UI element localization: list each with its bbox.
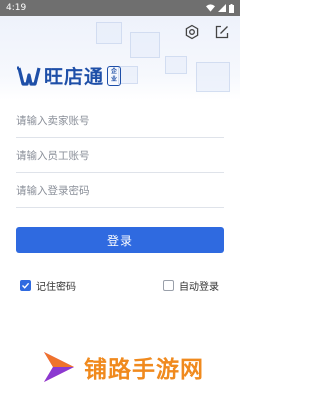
auto-login-option[interactable]: 自动登录 — [163, 278, 219, 293]
edit-icon[interactable] — [214, 24, 230, 40]
remember-password-label: 记住密码 — [36, 282, 76, 293]
wifi-icon — [206, 4, 215, 12]
decorative-cube — [130, 32, 160, 58]
app-logo: 旺店通 企业 — [16, 62, 122, 89]
watermark-text: 铺路手游网 — [84, 357, 204, 383]
decorative-cube — [96, 22, 122, 44]
login-button[interactable]: 登录 — [16, 227, 224, 253]
password-field — [16, 174, 224, 208]
remember-password-option[interactable]: 记住密码 — [20, 278, 76, 293]
top-actions — [184, 24, 230, 40]
status-bar: 4:19 — [0, 0, 240, 16]
employee-account-input[interactable] — [16, 149, 224, 162]
seller-account-field — [16, 104, 224, 138]
logo-mark-icon — [17, 66, 41, 86]
auto-login-label: 自动登录 — [179, 282, 219, 293]
decorative-cube — [165, 56, 187, 74]
brand-badge: 企业 — [107, 65, 122, 86]
check-icon — [22, 282, 30, 289]
remember-password-checkbox[interactable] — [20, 280, 31, 291]
battery-icon — [229, 3, 234, 13]
decorative-cube — [196, 62, 230, 92]
watermark: 铺路手游网 — [40, 348, 204, 386]
auto-login-checkbox[interactable] — [163, 280, 174, 291]
gear-icon[interactable] — [184, 24, 200, 40]
employee-account-field — [16, 139, 224, 173]
status-icons — [206, 3, 234, 13]
status-time: 4:19 — [6, 3, 27, 13]
password-input[interactable] — [16, 184, 224, 197]
seller-account-input[interactable] — [16, 114, 224, 127]
signal-icon — [218, 4, 226, 12]
watermark-logo-icon — [44, 352, 74, 382]
brand-name: 旺店通 — [44, 66, 105, 88]
